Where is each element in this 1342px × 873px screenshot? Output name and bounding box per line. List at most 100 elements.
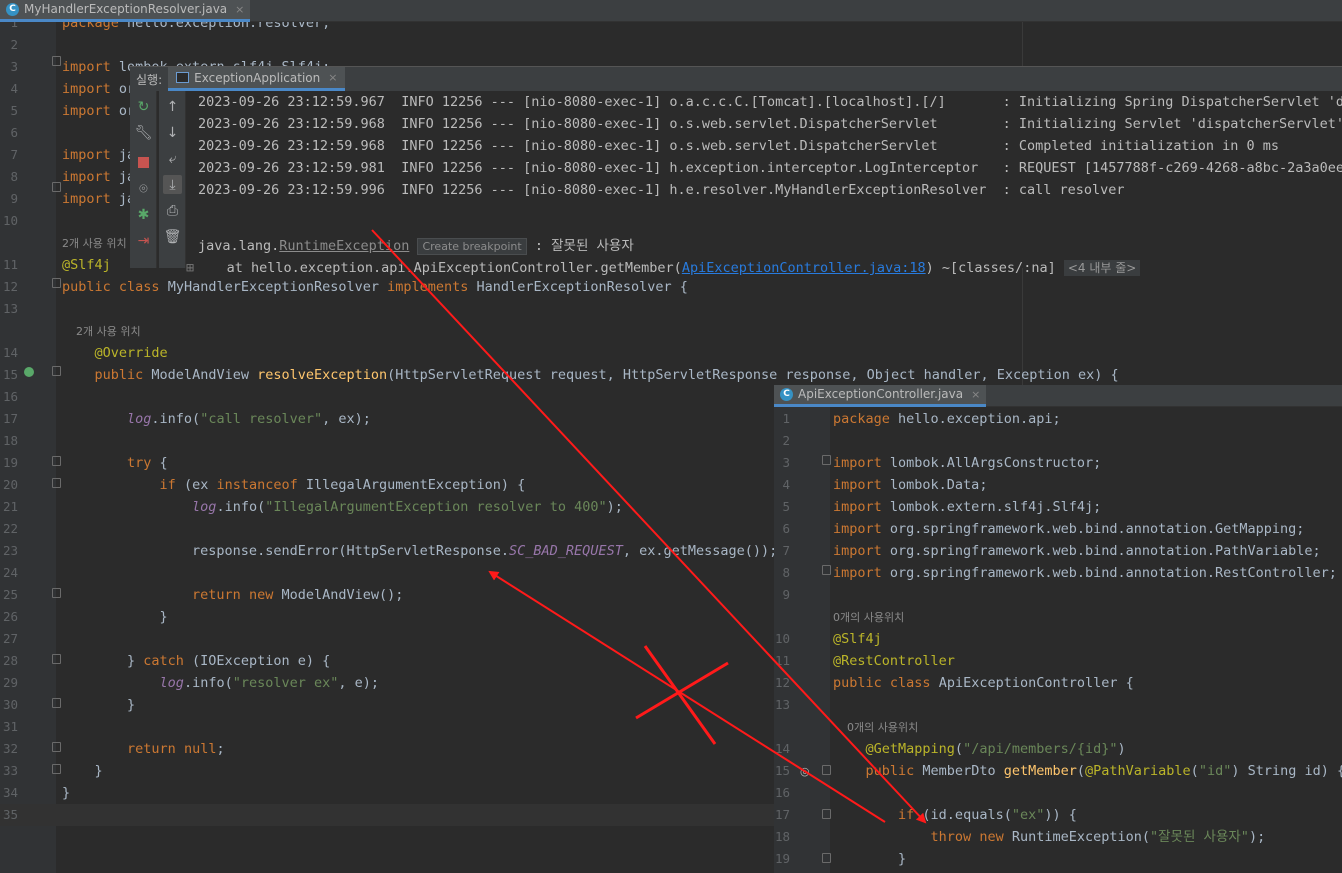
code-text: public ModelAndView resolveException(Htt… — [94, 367, 1119, 383]
code-text: import or — [62, 103, 136, 119]
code-text: if (id.equals("ex")) { — [898, 807, 1077, 823]
left-editor-tabbar: C MyHandlerExceptionResolver.java × — [0, 0, 1342, 22]
tab-label: ApiExceptionController.java — [798, 387, 964, 401]
fold-icon[interactable] — [822, 455, 831, 465]
line-number: 8 — [782, 565, 790, 580]
scroll-end-icon[interactable]: ⤓ — [163, 175, 182, 194]
code-text: import org.springframework.web.bind.anno… — [833, 543, 1321, 559]
line-number: 31 — [2, 719, 18, 734]
fold-icon[interactable] — [822, 765, 831, 775]
endpoint-icon[interactable]: ◎ — [800, 765, 810, 778]
fold-icon[interactable] — [52, 182, 61, 192]
code-text: import lombok.AllArgsConstructor; — [833, 455, 1102, 471]
tab-label: MyHandlerExceptionResolver.java — [24, 2, 228, 16]
run-tool-window: 실행: ExceptionApplication × ↻ 🔧︎ ⌾ ✱ ⇥ ↑ … — [130, 66, 1342, 276]
override-icon[interactable] — [24, 367, 34, 377]
close-icon[interactable]: × — [235, 3, 244, 16]
code-line: 14 @GetMapping("/api/members/{id}") — [774, 738, 1342, 760]
code-text: @Override — [94, 345, 168, 361]
line-number: 10 — [774, 631, 790, 646]
console-output[interactable]: java.lang.RuntimeException Create breakp… — [186, 91, 1342, 276]
line-number: 17 — [2, 411, 18, 426]
code-text: @RestController — [833, 653, 955, 669]
exception-class-link[interactable]: RuntimeException — [279, 238, 409, 254]
run-left-toolbar: ↻ 🔧︎ ⌾ ✱ ⇥ — [130, 91, 157, 268]
log-line: 2023-09-26 23:12:59.968 INFO 12256 --- [… — [198, 116, 1342, 132]
code-text: @Slf4j — [62, 257, 111, 273]
debug-icon[interactable]: ✱ — [134, 205, 153, 224]
fold-icon[interactable] — [52, 654, 61, 664]
code-text: return new ModelAndView(); — [192, 587, 404, 603]
line-number: 7 — [10, 147, 18, 162]
up-arrow-icon[interactable]: ↑ — [163, 97, 182, 116]
log-line: 2023-09-26 23:12:59.967 INFO 12256 --- [… — [198, 94, 1342, 110]
wrench-icon[interactable]: 🔧︎ — [134, 123, 153, 142]
create-breakpoint-button[interactable]: Create breakpoint — [417, 238, 527, 255]
fold-icon[interactable] — [52, 56, 61, 66]
line-number: 19 — [774, 851, 790, 866]
soft-wrap-icon[interactable]: ⤶ — [163, 149, 182, 168]
tab-exception-application[interactable]: ExceptionApplication × — [168, 67, 346, 91]
code-line: 10 @Slf4j — [774, 628, 1342, 650]
print-icon[interactable]: ⎙ — [163, 201, 182, 220]
line-number: 30 — [2, 697, 18, 712]
stack-trace-line: ⊞ at hello.exception.api.ApiExceptionCon… — [186, 257, 1141, 279]
right-code-editor[interactable]: 1 package hello.exception.api; 2 3 import lo… — [774, 407, 1342, 873]
tab-my-handler-exception-resolver[interactable]: C MyHandlerExceptionResolver.java × — [0, 0, 251, 22]
fold-icon[interactable] — [52, 278, 61, 288]
source-link[interactable]: ApiExceptionController.java:18 — [682, 260, 926, 276]
code-line: 13 — [774, 694, 1342, 716]
exception-line: java.lang.RuntimeException Create breakp… — [198, 238, 634, 255]
code-line: 2 — [774, 430, 1342, 452]
line-number: 13 — [2, 301, 18, 316]
run-tab-label: ExceptionApplication — [194, 70, 321, 85]
code-line: 7 import org.springframework.web.bind.ann… — [774, 540, 1342, 562]
line-number: 25 — [2, 587, 18, 602]
fold-icon[interactable] — [52, 764, 61, 774]
line-number: 5 — [10, 103, 18, 118]
fold-icon[interactable] — [52, 588, 61, 598]
code-text: } — [62, 785, 71, 801]
code-line: 0개의 사용위치 — [774, 716, 1342, 738]
code-line: 1 package hello.exception.resolver; — [0, 22, 1342, 34]
fold-icon[interactable] — [822, 565, 831, 575]
rerun-icon[interactable]: ↻ — [134, 97, 153, 116]
stop-icon[interactable] — [134, 153, 153, 172]
code-line: 11 @RestController — [774, 650, 1342, 672]
fold-icon[interactable] — [822, 809, 831, 819]
close-icon[interactable]: × — [328, 71, 337, 84]
line-number: 24 — [2, 565, 18, 580]
fold-icon[interactable] — [52, 366, 61, 376]
exit-icon[interactable]: ⇥ — [134, 231, 153, 250]
code-line: 4 import lombok.Data; — [774, 474, 1342, 496]
code-text: @GetMapping("/api/members/{id}") — [865, 741, 1126, 757]
code-line: 13 — [0, 298, 1342, 320]
line-number: 35 — [2, 807, 18, 822]
down-arrow-icon[interactable]: ↓ — [163, 123, 182, 142]
close-icon[interactable]: × — [971, 388, 980, 401]
fold-icon[interactable] — [52, 456, 61, 466]
fold-icon[interactable] — [52, 698, 61, 708]
line-number: 11 — [774, 653, 790, 668]
run-right-toolbar: ↑ ↓ ⤶ ⤓ ⎙ 🗑︎ — [159, 91, 186, 268]
camera-icon[interactable]: ⌾ — [134, 179, 153, 198]
fold-icon[interactable] — [52, 478, 61, 488]
code-text: log.info("resolver ex", e); — [159, 675, 380, 691]
fold-icon[interactable] — [52, 742, 61, 752]
line-number: 11 — [2, 257, 18, 272]
tab-api-exception-controller[interactable]: C ApiExceptionController.java × — [774, 384, 987, 407]
internal-lines-badge[interactable]: <4 내부 줄> — [1063, 260, 1141, 276]
expand-icon[interactable]: ⊞ — [186, 260, 194, 276]
fold-icon[interactable] — [822, 853, 831, 863]
line-number: 12 — [774, 675, 790, 690]
line-number: 14 — [774, 741, 790, 756]
code-line: 15 public ModelAndView resolveException(… — [0, 364, 1342, 386]
code-text: @Slf4j — [833, 631, 882, 647]
code-line: 16 — [774, 782, 1342, 804]
code-line: 9 — [774, 584, 1342, 606]
code-text: public class MyHandlerExceptionResolver … — [62, 279, 688, 295]
trash-icon[interactable]: 🗑︎ — [163, 227, 182, 246]
code-text: import lombok.Data; — [833, 477, 988, 493]
line-number: 18 — [2, 433, 18, 448]
code-line: 8 import org.springframework.web.bind.ann… — [774, 562, 1342, 584]
